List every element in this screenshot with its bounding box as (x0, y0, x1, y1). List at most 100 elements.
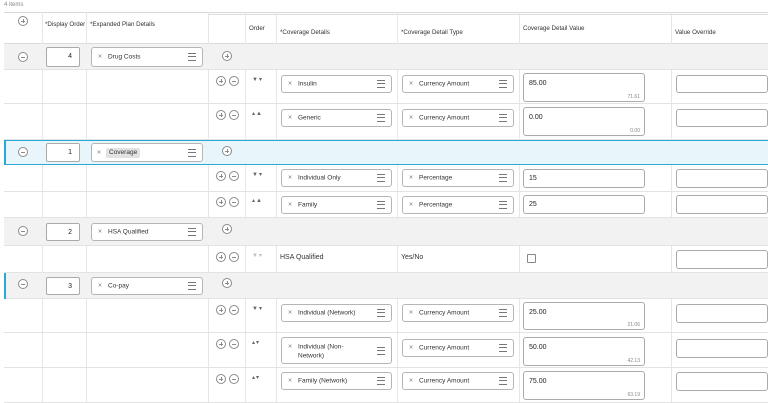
remove-row-icon[interactable] (18, 147, 28, 157)
list-icon[interactable] (188, 282, 196, 290)
coverage-type-select[interactable]: × Currency Amount (402, 304, 514, 322)
display-order-input[interactable]: 2 (46, 223, 80, 241)
coverage-type-select[interactable]: × Currency Amount (402, 372, 514, 390)
add-detail-icon[interactable] (216, 76, 226, 86)
coverage-type-select[interactable]: × Currency Amount (402, 75, 514, 93)
list-icon[interactable] (377, 377, 385, 385)
list-icon[interactable] (377, 174, 385, 182)
clear-icon[interactable]: × (98, 229, 102, 236)
move-up-icon[interactable]: ▴▲ (252, 197, 263, 204)
coverage-detail-select[interactable]: × Insulin (281, 75, 392, 93)
coverage-detail-select[interactable]: × Individual (Network) (281, 304, 392, 322)
value-override-input[interactable] (676, 109, 768, 127)
value-override-input[interactable] (676, 339, 768, 358)
move-down-icon[interactable]: ▼▾ (252, 171, 263, 178)
coverage-value-field[interactable]: 25.00 21.06 (523, 302, 645, 330)
value-override-input[interactable] (676, 195, 768, 214)
clear-icon[interactable]: × (98, 283, 102, 290)
coverage-detail-select[interactable]: × Generic (281, 109, 392, 127)
add-detail-icon[interactable] (216, 110, 226, 120)
value-override-input[interactable] (676, 304, 768, 323)
value-override-input[interactable] (676, 372, 768, 391)
list-icon[interactable] (499, 309, 507, 317)
clear-icon[interactable]: × (288, 115, 292, 122)
clear-icon[interactable]: × (288, 344, 292, 351)
remove-detail-icon[interactable] (229, 171, 239, 181)
plan-details-select[interactable]: × Co-pay (91, 277, 203, 295)
list-icon[interactable] (377, 309, 385, 317)
add-detail-icon[interactable] (216, 305, 226, 315)
coverage-value-field[interactable]: 15 (523, 169, 645, 188)
clear-icon[interactable]: × (409, 310, 413, 317)
remove-row-icon[interactable] (18, 226, 28, 236)
coverage-value-field[interactable]: 75.00 63.19 (523, 371, 645, 400)
list-icon[interactable] (377, 114, 385, 122)
list-icon[interactable] (499, 174, 507, 182)
add-detail-icon[interactable] (216, 374, 226, 384)
remove-detail-icon[interactable] (229, 76, 239, 86)
coverage-detail-select[interactable]: × Family (Network) (281, 372, 392, 390)
add-detail-icon[interactable] (222, 224, 232, 234)
list-icon[interactable] (377, 201, 385, 209)
coverage-type-select[interactable]: × Percentage (402, 196, 514, 214)
coverage-type-select[interactable]: × Percentage (402, 169, 514, 187)
display-order-input[interactable]: 3 (46, 277, 80, 295)
add-detail-icon[interactable] (216, 197, 226, 207)
plan-details-select[interactable]: × Coverage (91, 143, 203, 162)
move-down-icon[interactable]: ▼▾ (252, 76, 263, 83)
move-arrows-icon[interactable]: ▴▾ (252, 339, 260, 346)
clear-icon[interactable]: × (288, 81, 292, 88)
move-down-icon[interactable]: ▼▾ (252, 305, 263, 312)
list-icon[interactable] (499, 114, 507, 122)
plan-details-select[interactable]: × HSA Qualified (91, 223, 203, 241)
clear-icon[interactable]: × (97, 149, 101, 156)
coverage-detail-select[interactable]: × Individual (Non- Network) (281, 337, 392, 364)
list-icon[interactable] (188, 228, 196, 236)
remove-row-icon[interactable] (18, 52, 28, 62)
move-up-icon[interactable]: ▴▲ (252, 110, 263, 117)
remove-detail-icon[interactable] (229, 374, 239, 384)
clear-icon[interactable]: × (288, 202, 292, 209)
add-detail-icon[interactable] (222, 146, 232, 156)
list-icon[interactable] (188, 148, 196, 157)
value-override-input[interactable] (676, 250, 768, 269)
add-detail-icon[interactable] (222, 51, 232, 61)
value-override-input[interactable] (676, 169, 768, 188)
list-icon[interactable] (377, 80, 385, 88)
clear-icon[interactable]: × (409, 175, 413, 182)
clear-icon[interactable]: × (409, 378, 413, 385)
coverage-detail-select[interactable]: × Individual Only (281, 169, 392, 187)
list-icon[interactable] (188, 53, 196, 61)
add-detail-icon[interactable] (222, 278, 232, 288)
move-arrows-icon[interactable]: ▴▾ (252, 374, 260, 381)
add-detail-icon[interactable] (216, 339, 226, 349)
plan-details-select[interactable]: × Drug Costs (91, 47, 203, 67)
add-row-icon[interactable] (18, 16, 28, 26)
add-detail-icon[interactable] (216, 171, 226, 181)
list-icon[interactable] (499, 80, 507, 88)
move-down-icon[interactable]: ▼▾ (252, 252, 263, 259)
display-order-input[interactable]: 4 (46, 47, 80, 67)
remove-detail-icon[interactable] (229, 197, 239, 207)
clear-icon[interactable]: × (288, 175, 292, 182)
remove-detail-icon[interactable] (229, 339, 239, 349)
list-icon[interactable] (499, 201, 507, 209)
clear-icon[interactable]: × (288, 310, 292, 317)
add-detail-icon[interactable] (216, 252, 226, 262)
list-icon[interactable] (499, 344, 507, 352)
remove-row-icon[interactable] (18, 279, 28, 289)
clear-icon[interactable]: × (288, 378, 292, 385)
clear-icon[interactable]: × (409, 345, 413, 352)
clear-icon[interactable]: × (98, 54, 102, 61)
coverage-value-field[interactable]: 25 (523, 195, 645, 214)
coverage-value-field[interactable]: 50.00 42.13 (523, 337, 645, 366)
coverage-type-select[interactable]: × Currency Amount (402, 339, 514, 357)
value-override-input[interactable] (676, 75, 768, 93)
display-order-input[interactable]: 1 (46, 143, 80, 162)
coverage-value-field[interactable]: 85.00 71.61 (523, 73, 645, 102)
remove-detail-icon[interactable] (229, 252, 239, 262)
list-icon[interactable] (377, 346, 385, 355)
coverage-value-checkbox[interactable] (527, 254, 536, 263)
coverage-type-select[interactable]: × Currency Amount (402, 109, 514, 127)
remove-detail-icon[interactable] (229, 305, 239, 315)
